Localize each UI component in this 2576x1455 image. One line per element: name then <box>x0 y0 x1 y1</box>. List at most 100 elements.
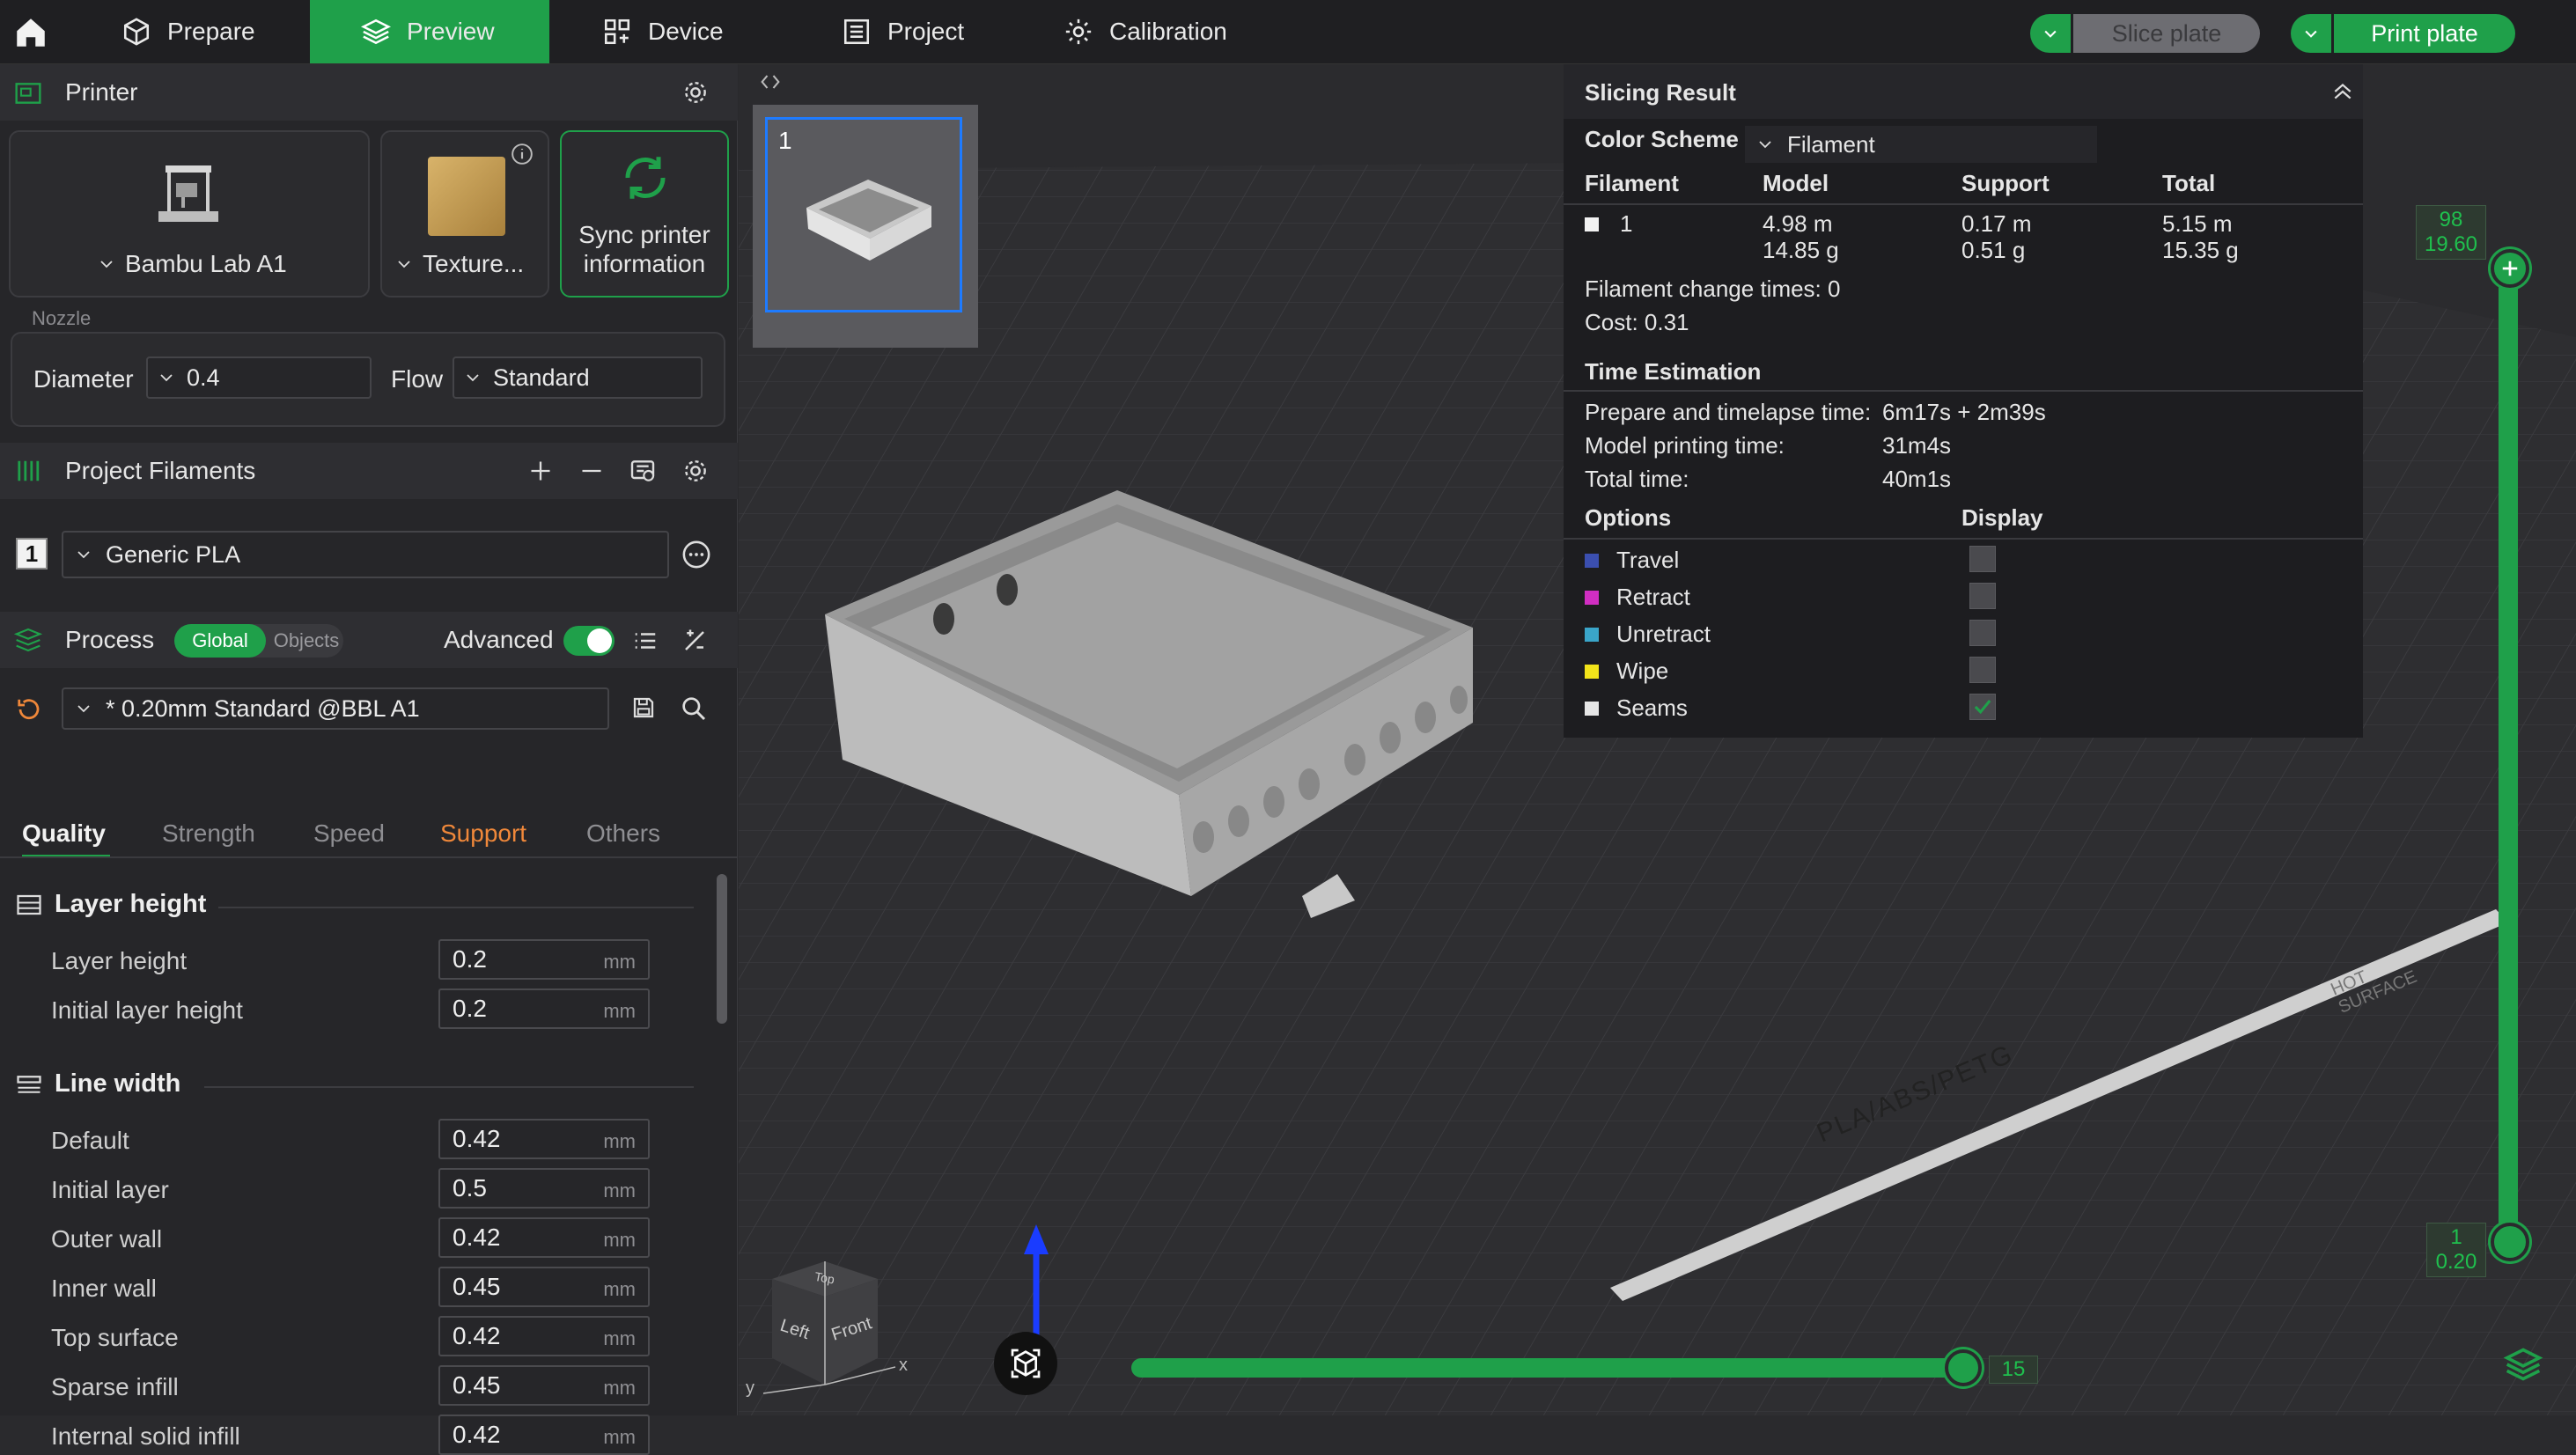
line-width-initial-input[interactable]: 0.5 mm <box>438 1168 650 1209</box>
tab-calibration[interactable]: Calibration <box>1064 0 1292 63</box>
reset-view-button[interactable] <box>994 1332 1057 1395</box>
add-filament-plus-icon[interactable] <box>528 459 553 483</box>
tab-prepare[interactable]: Prepare <box>106 0 299 63</box>
line-width-internal-solid-value: 0.42 <box>453 1421 501 1448</box>
layer-slider-top-thumb[interactable] <box>2491 249 2529 288</box>
col-support: Support <box>1961 170 2050 196</box>
collapse-chevron-up-icon[interactable] <box>2331 82 2354 101</box>
layer-slider-bottom-thumb[interactable] <box>2491 1223 2529 1261</box>
line-width-top-surface-value: 0.42 <box>453 1322 501 1349</box>
model-weight: 14.85 g <box>1763 237 1839 263</box>
display-header: Display <box>1961 504 2043 531</box>
line-width-default-input[interactable]: 0.42 mm <box>438 1119 650 1159</box>
tab-preview-label: Preview <box>407 18 495 45</box>
line-width-sparse-infill-input[interactable]: 0.45 mm <box>438 1365 650 1406</box>
nozzle-card: Diameter 0.4 Flow Standard <box>11 332 725 427</box>
compare-icon[interactable] <box>681 628 708 654</box>
unit-label: mm <box>603 1229 636 1251</box>
filament-settings-gear-icon[interactable] <box>681 457 710 485</box>
travel-checkbox[interactable] <box>1969 546 1996 572</box>
filament-index-badge[interactable]: 1 <box>16 538 48 570</box>
line-width-top-surface-label: Top surface <box>51 1324 179 1351</box>
list-icon <box>843 18 870 45</box>
objects-option[interactable]: Objects <box>269 624 343 658</box>
global-option[interactable]: Global <box>174 624 266 658</box>
chevron-down-icon <box>1759 141 1771 149</box>
plus-icon <box>2502 261 2518 276</box>
color-scheme-select[interactable]: Filament <box>1745 126 2097 163</box>
printer-settings-gear-icon[interactable] <box>681 78 710 107</box>
slice-dropdown-chevron-icon[interactable] <box>2030 14 2071 53</box>
unretract-checkbox[interactable] <box>1969 620 1996 646</box>
remove-filament-minus-icon[interactable] <box>579 459 604 483</box>
tab-prepare-label: Prepare <box>167 18 255 45</box>
info-icon[interactable] <box>511 143 534 165</box>
tab-others[interactable]: Others <box>586 819 660 848</box>
flow-label: Flow <box>391 365 444 393</box>
unit-label: mm <box>603 1426 636 1448</box>
wipe-checkbox[interactable] <box>1969 657 1996 683</box>
tab-device[interactable]: Device <box>602 0 778 63</box>
line-width-initial-value: 0.5 <box>453 1174 487 1201</box>
layers-view-icon[interactable] <box>2503 1345 2543 1384</box>
chevron-down-icon <box>467 374 479 382</box>
collapse-sidebar-icon[interactable] <box>758 70 783 94</box>
tab-preview[interactable]: Preview <box>310 0 549 63</box>
advanced-toggle[interactable] <box>563 626 615 656</box>
save-icon[interactable] <box>630 694 657 721</box>
checkmark-icon <box>1974 700 1991 715</box>
print-plate-button[interactable]: Print plate <box>2291 14 2515 53</box>
tab-strength[interactable]: Strength <box>162 819 255 848</box>
line-width-outer-wall-value: 0.42 <box>453 1224 501 1251</box>
process-icon <box>14 628 42 652</box>
filament-more-icon[interactable] <box>681 540 711 570</box>
printer-select-card[interactable]: Bambu Lab A1 <box>9 130 370 298</box>
layer-height-input[interactable]: 0.2 mm <box>438 939 650 980</box>
filament-select[interactable]: Generic PLA <box>62 531 669 578</box>
print-dropdown-chevron-icon[interactable] <box>2291 14 2331 53</box>
total-length: 5.15 m <box>2162 210 2233 237</box>
tab-speed[interactable]: Speed <box>313 819 385 848</box>
tab-support[interactable]: Support <box>440 819 526 848</box>
process-list-icon[interactable] <box>632 628 659 654</box>
line-width-internal-solid-input[interactable]: 0.42 mm <box>438 1415 650 1455</box>
unit-label: mm <box>603 1179 636 1201</box>
move-slider[interactable]: 15 <box>1131 1349 2038 1386</box>
cube-icon <box>123 18 150 46</box>
plate-thumbnail-panel: 1 <box>753 105 978 348</box>
initial-layer-height-input[interactable]: 0.2 mm <box>438 988 650 1029</box>
seams-checkbox[interactable] <box>1969 694 1996 720</box>
search-icon[interactable] <box>680 694 708 723</box>
seams-swatch <box>1585 702 1599 716</box>
global-objects-toggle[interactable]: Global Objects <box>174 624 343 658</box>
sync-printer-button[interactable]: Sync printer information <box>560 130 729 298</box>
reset-icon[interactable] <box>16 696 42 723</box>
diameter-select[interactable]: 0.4 <box>146 356 372 399</box>
unit-label: mm <box>603 1327 636 1349</box>
slicing-result-panel: Slicing Result Color Scheme Filament Fil… <box>1564 64 2363 738</box>
chevron-down-icon <box>100 261 113 268</box>
layer-slider[interactable] <box>2491 249 2529 1297</box>
layer-height-value: 0.2 <box>453 945 487 973</box>
option-retract: Retract <box>1616 584 1690 610</box>
layer-height-group-title: Layer height <box>55 890 207 918</box>
tab-project[interactable]: Project <box>842 0 1018 63</box>
view-orientation-cube[interactable]: Top Left Front x y <box>746 1226 922 1402</box>
settings-scrollbar[interactable] <box>717 874 727 1024</box>
retract-checkbox[interactable] <box>1969 583 1996 609</box>
prepare-time-label: Prepare and timelapse time: <box>1585 399 1872 425</box>
process-profile-select[interactable]: * 0.20mm Standard @BBL A1 <box>62 687 609 730</box>
move-slider-thumb[interactable] <box>1945 1349 1982 1386</box>
home-icon[interactable] <box>12 14 49 51</box>
flow-select[interactable]: Standard <box>453 356 703 399</box>
sync-label-line1: Sync printer <box>578 221 710 248</box>
line-width-inner-wall-input[interactable]: 0.45 mm <box>438 1267 650 1307</box>
plate-type-card[interactable]: Texture... <box>380 130 549 298</box>
model-time-label: Model printing time: <box>1585 432 1785 459</box>
tab-quality[interactable]: Quality <box>22 819 106 848</box>
line-width-outer-wall-input[interactable]: 0.42 mm <box>438 1217 650 1258</box>
sync-ams-icon[interactable] <box>629 457 657 485</box>
plate-thumbnail[interactable]: 1 <box>765 117 962 312</box>
slice-plate-button[interactable]: Slice plate <box>2030 14 2260 53</box>
line-width-top-surface-input[interactable]: 0.42 mm <box>438 1316 650 1356</box>
